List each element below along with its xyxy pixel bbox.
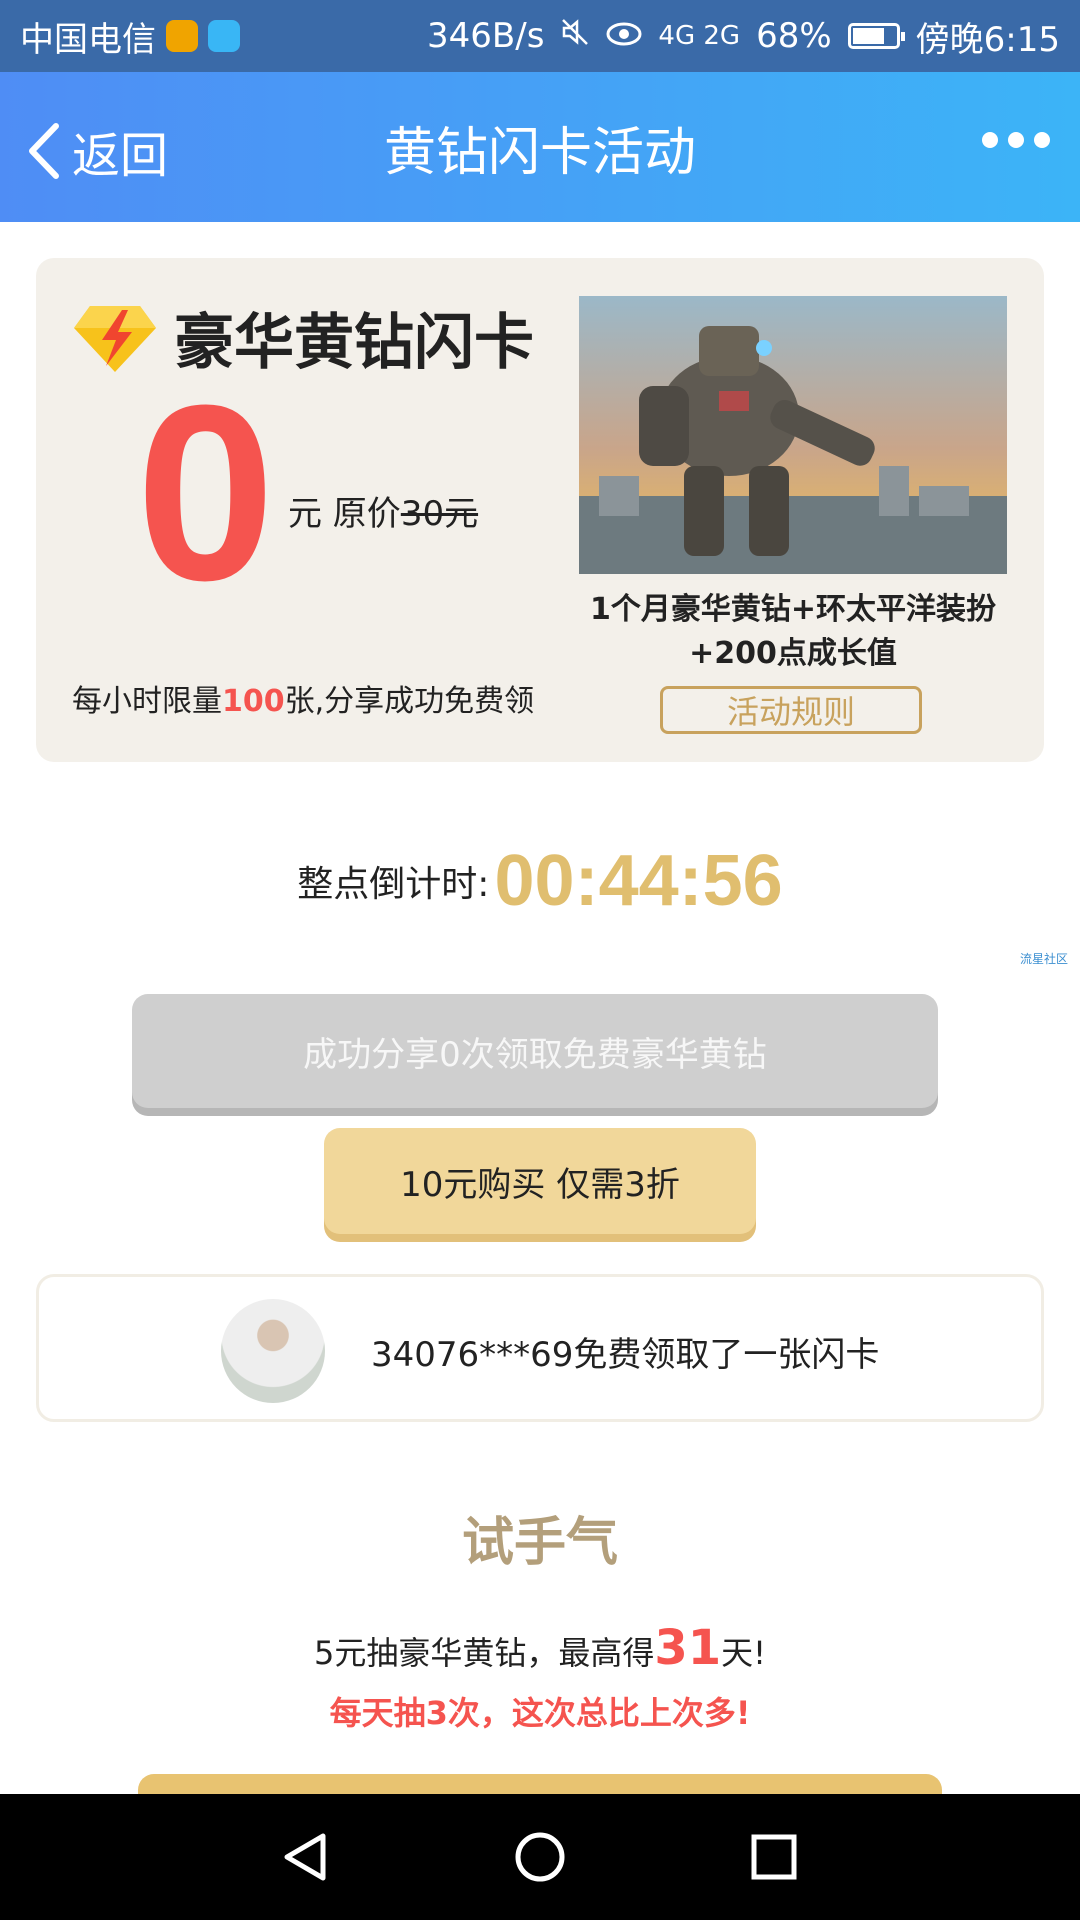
luck-section-title: 试手气 [461, 1513, 618, 1573]
back-button[interactable]: 返回 [24, 116, 168, 186]
chevron-left-icon [29, 123, 59, 179]
mute-icon [560, 16, 590, 56]
price-info: 元 原价30元 [288, 486, 478, 535]
luck-prefix: 5元抽豪华黄钻，最高得 [313, 1634, 655, 1672]
countdown-timer: 00:44:56 [494, 841, 783, 921]
prize-description: 1个月豪华黄钻+环太平洋装扮 +200点成长值 [579, 588, 1007, 676]
carrier-label: 中国电信 [20, 19, 156, 60]
title-bar: 返回 黄钻闪卡活动 [0, 72, 1080, 222]
system-nav-bar [0, 1794, 1080, 1920]
claim-feed: 34076***69免费领取了一张闪卡 [36, 1274, 1044, 1422]
share-claim-button[interactable]: 成功分享0次领取免费豪华黄钻 [132, 994, 938, 1108]
countdown-label: 整点倒计时: [297, 864, 490, 905]
battery-icon [847, 23, 905, 49]
prize-line: 1个月豪华黄钻+环太平洋装扮 [589, 592, 996, 627]
limit-count: 100 [222, 684, 285, 719]
countdown: 整点倒计时: 00:44:56 [0, 840, 1080, 922]
avatar [221, 1299, 325, 1403]
activity-rules-button[interactable]: 活动规则 [660, 686, 922, 734]
nav-back-icon[interactable] [279, 1830, 333, 1884]
eye-icon [606, 16, 642, 56]
luck-note: 每天抽3次，这次总比上次多! [329, 1694, 751, 1732]
limit-suffix: 张,分享成功免费领 [284, 684, 535, 719]
feed-message: 34076***69免费领取了一张闪卡 [371, 1335, 880, 1375]
video-app-icon [208, 20, 240, 52]
limit-info: 每小时限量100张,分享成功免费领 [72, 676, 534, 720]
limit-prefix: 每小时限量 [72, 684, 222, 719]
luck-suffix: 天! [721, 1634, 766, 1672]
price-unit: 元 原价 [288, 494, 401, 534]
promo-card: 豪华黄钻闪卡 0 元 原价30元 每小时限量100张,分享成功免费领 1个月豪华… [36, 258, 1044, 762]
luck-max-days: 31 [654, 1620, 722, 1676]
battery-percent: 68% [756, 16, 832, 56]
back-label: 返回 [72, 128, 169, 184]
clock: 傍晚6:15 [915, 19, 1060, 60]
status-bar: 中国电信 346B/s 4G 2G 68% 傍晚6:15 [0, 0, 1080, 72]
more-dot-icon [1008, 132, 1024, 148]
signal-icon: 4G 2G [658, 21, 741, 51]
robot-banner-image [579, 296, 1007, 574]
buy-button[interactable]: 10元购买 仅需3折 [324, 1128, 756, 1234]
weibo-icon [166, 20, 198, 52]
more-dot-icon [982, 132, 998, 148]
original-price: 30元 [400, 494, 479, 534]
prize-line: +200点成长值 [689, 636, 897, 671]
nav-recents-icon[interactable] [747, 1830, 801, 1884]
watermark: 流星社区 [1019, 952, 1068, 966]
luck-description: 5元抽豪华黄钻，最高得31天! [0, 1620, 1080, 1676]
more-dot-icon [1034, 132, 1050, 148]
promo-price: 0 [136, 353, 276, 632]
nav-home-icon[interactable] [513, 1830, 567, 1884]
more-menu-button[interactable] [982, 132, 1050, 148]
network-speed: 346B/s [427, 16, 545, 56]
